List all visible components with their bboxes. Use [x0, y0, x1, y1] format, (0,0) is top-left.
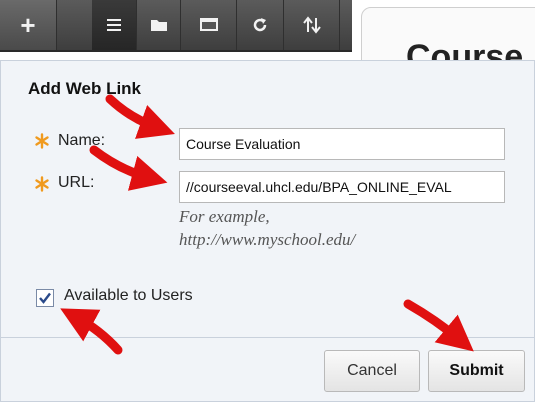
available-checkbox[interactable] [36, 289, 54, 307]
url-hint-line2: http://www.myschool.edu/ [179, 230, 356, 249]
list-icon [107, 19, 121, 31]
folder-button[interactable] [137, 0, 181, 50]
folder-icon [150, 20, 167, 31]
page-title-tab: Course [361, 7, 535, 67]
window-icon [199, 18, 218, 31]
cancel-button[interactable]: Cancel [324, 350, 420, 392]
sort-button[interactable] [284, 0, 340, 50]
panel-title: Add Web Link [28, 79, 142, 98]
content-toolbar: + [0, 0, 352, 52]
name-label: Name: [58, 132, 106, 149]
checkmark-icon [39, 292, 51, 304]
name-input[interactable]: Course Evaluation [179, 128, 505, 160]
available-label[interactable]: Available to Users [64, 287, 193, 305]
refresh-button[interactable] [237, 0, 284, 50]
add-button[interactable]: + [0, 0, 57, 50]
add-web-link-panel: Add Web Link Name: Course Evaluation URL… [0, 60, 535, 402]
sort-icon [302, 16, 321, 34]
url-label: URL: [58, 174, 95, 191]
required-star-icon [35, 176, 49, 192]
refresh-icon [253, 18, 267, 32]
window-button[interactable] [181, 0, 237, 50]
submit-button[interactable]: Submit [428, 350, 525, 392]
url-input[interactable]: //courseeval.uhcl.edu/BPA_ONLINE_EVAL [179, 171, 505, 203]
required-star-icon [35, 133, 49, 149]
divider [1, 337, 534, 338]
list-view-button[interactable] [92, 0, 137, 50]
add-icon: + [20, 9, 36, 40]
url-hint-line1: For example, [179, 207, 270, 226]
